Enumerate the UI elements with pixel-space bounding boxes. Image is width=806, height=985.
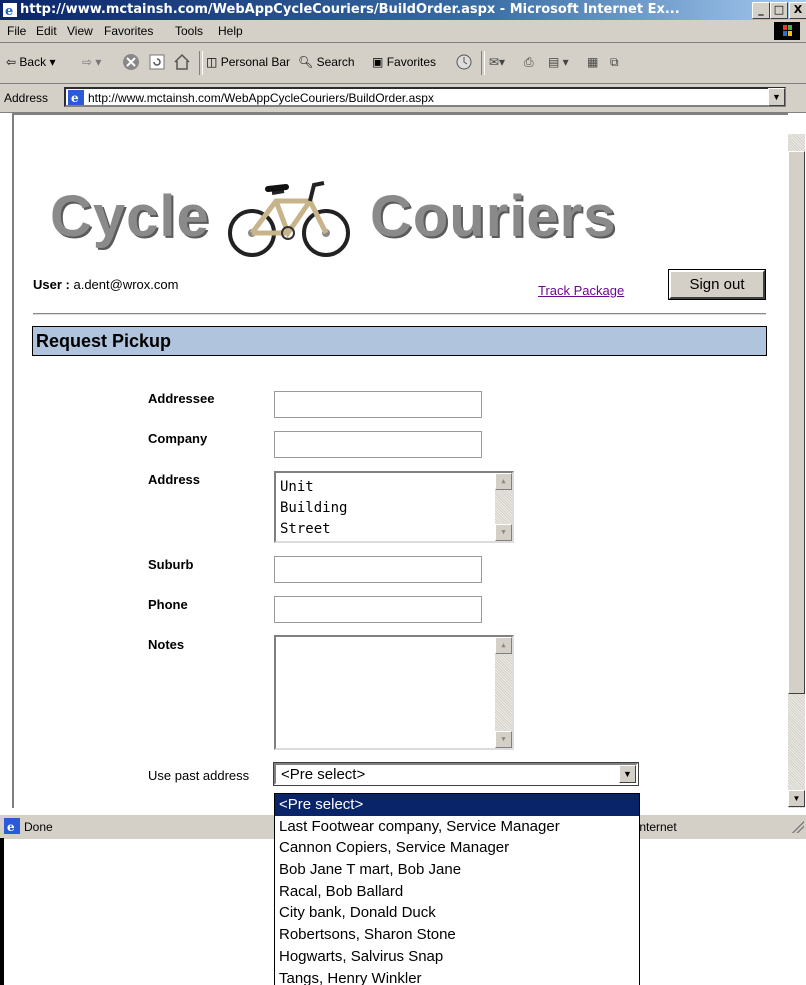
dropdown-option[interactable]: Robertsons, Sharon Stone bbox=[275, 924, 639, 946]
favorites-icon: ▣ bbox=[372, 55, 384, 69]
suburb-input[interactable] bbox=[274, 556, 482, 583]
toolbar: ⇦ Back ▾ ⇨ ▾ ◫ Personal Bar 🔍︎ Search ▣ … bbox=[0, 43, 806, 84]
personal-bar-icon: ◫ bbox=[206, 55, 218, 69]
search-icon: 🔍︎ bbox=[298, 55, 314, 69]
status-text: Done bbox=[24, 820, 53, 834]
page-done-icon: e bbox=[4, 818, 20, 834]
title-bar: e http://www.mctainsh.com/WebAppCycleCou… bbox=[0, 0, 806, 20]
notes-label: Notes bbox=[148, 637, 185, 652]
menu-file[interactable]: File bbox=[7, 24, 26, 38]
address-bar: Address e http://www.mctainsh.com/WebApp… bbox=[0, 84, 806, 113]
menu-help[interactable]: Help bbox=[218, 24, 243, 38]
user-label: User : bbox=[33, 277, 70, 292]
divider bbox=[33, 313, 766, 315]
dropdown-option[interactable]: Tangs, Henry Winkler bbox=[275, 968, 639, 985]
print-icon[interactable]: ⎙ bbox=[524, 55, 534, 70]
dropdown-option[interactable]: Cannon Copiers, Service Manager bbox=[275, 837, 639, 859]
search-button[interactable]: 🔍︎ Search bbox=[298, 55, 355, 69]
discuss-icon[interactable]: ▦ bbox=[587, 55, 598, 69]
track-package-link[interactable]: Track Package bbox=[538, 283, 624, 298]
address-textarea[interactable]: Unit Building Street ▲ ▼ bbox=[274, 471, 514, 543]
personal-bar-label: Personal Bar bbox=[220, 55, 291, 69]
notes-scroll-up-icon[interactable]: ▲ bbox=[495, 637, 512, 654]
address-text: Unit Building Street bbox=[280, 479, 348, 537]
address-label: Address bbox=[4, 91, 49, 105]
suburb-label: Suburb bbox=[148, 557, 194, 572]
dropdown-option[interactable]: Bob Jane T mart, Bob Jane bbox=[275, 859, 639, 881]
cycle-couriers-logo: Cycle Couriers bbox=[50, 165, 710, 265]
windows-logo-icon bbox=[774, 22, 800, 40]
bicycle-icon bbox=[228, 181, 350, 257]
back-label: Back bbox=[19, 55, 47, 69]
window-edge bbox=[0, 838, 4, 985]
phone-input[interactable] bbox=[274, 596, 482, 623]
page-icon: e bbox=[68, 90, 84, 105]
internet-explorer-icon: e bbox=[3, 3, 17, 18]
browser-window: e http://www.mctainsh.com/WebAppCycleCou… bbox=[0, 0, 806, 985]
company-input[interactable] bbox=[274, 431, 482, 458]
company-label: Company bbox=[148, 431, 208, 446]
past-address-label: Use past address bbox=[148, 768, 250, 783]
maximize-button[interactable]: □ bbox=[770, 2, 788, 19]
address-scroll-up-icon[interactable]: ▲ bbox=[495, 473, 512, 490]
address-scroll-down-icon[interactable]: ▼ bbox=[495, 524, 512, 541]
svg-text:e: e bbox=[5, 4, 13, 18]
stop-icon[interactable] bbox=[122, 53, 140, 71]
address-url: http://www.mctainsh.com/WebAppCycleCouri… bbox=[88, 91, 434, 105]
user-email: a.dent@wrox.com bbox=[73, 277, 179, 292]
menu-edit[interactable]: Edit bbox=[36, 24, 57, 38]
notes-textarea[interactable]: ▲ ▼ bbox=[274, 635, 514, 750]
toolbar-separator bbox=[199, 51, 203, 75]
notes-scroll-down-icon[interactable]: ▼ bbox=[495, 731, 512, 748]
logo-word-couriers: Couriers bbox=[370, 184, 617, 249]
scroll-down-button[interactable]: ▼ bbox=[788, 790, 805, 807]
forward-button[interactable]: ⇨ ▾ bbox=[82, 55, 101, 69]
minimize-button[interactable]: _ bbox=[752, 2, 770, 19]
chevron-down-icon: ▾ bbox=[49, 55, 56, 69]
messenger-icon[interactable]: ⧉ bbox=[610, 55, 619, 70]
resize-grip-icon[interactable] bbox=[792, 821, 804, 833]
dropdown-option[interactable]: Last Footwear company, Service Manager bbox=[275, 816, 639, 838]
favorites-label: Favorites bbox=[386, 55, 437, 69]
past-address-select[interactable]: <Pre select> ▼ bbox=[273, 762, 639, 786]
search-label: Search bbox=[316, 55, 355, 69]
chevron-down-icon[interactable]: ▼ bbox=[619, 765, 636, 783]
scrollbar-thumb[interactable] bbox=[788, 151, 805, 694]
toolbar-separator bbox=[481, 51, 485, 75]
dropdown-option[interactable]: City bank, Donald Duck bbox=[275, 902, 639, 924]
phone-label: Phone bbox=[148, 597, 188, 612]
address-input[interactable]: e http://www.mctainsh.com/WebAppCycleCou… bbox=[64, 87, 786, 107]
dropdown-option[interactable]: Racal, Bob Ballard bbox=[275, 881, 639, 903]
close-button[interactable]: X bbox=[789, 2, 806, 19]
address-dropdown-button[interactable]: ▼ bbox=[768, 88, 785, 106]
svg-text:e: e bbox=[7, 820, 15, 834]
favorites-button[interactable]: ▣ Favorites bbox=[372, 55, 436, 69]
logo-word-cycle: Cycle bbox=[50, 184, 210, 249]
mail-icon[interactable]: ✉▾ bbox=[489, 55, 505, 69]
section-title: Request Pickup bbox=[32, 326, 767, 356]
dropdown-option[interactable]: Hogwarts, Salvirus Snap bbox=[275, 946, 639, 968]
addressee-label: Addressee bbox=[148, 391, 215, 406]
addressee-input[interactable] bbox=[274, 391, 482, 418]
back-arrow-icon: ⇦ bbox=[6, 55, 17, 69]
svg-text:e: e bbox=[71, 91, 79, 105]
user-info: User : a.dent@wrox.com bbox=[33, 277, 178, 292]
window-title: http://www.mctainsh.com/WebAppCycleCouri… bbox=[20, 2, 680, 17]
past-address-dropdown[interactable]: <Pre select> Last Footwear company, Serv… bbox=[274, 793, 640, 985]
back-button[interactable]: ⇦ Back ▾ bbox=[6, 55, 55, 69]
menu-tools[interactable]: Tools bbox=[175, 24, 203, 38]
personal-bar-button[interactable]: ◫ Personal Bar bbox=[206, 55, 290, 69]
past-address-value: <Pre select> bbox=[281, 766, 366, 783]
refresh-icon[interactable] bbox=[148, 53, 166, 71]
edit-icon[interactable]: ▤ ▾ bbox=[548, 55, 569, 69]
menu-favorites[interactable]: Favorites bbox=[104, 24, 153, 38]
zone-text: Internet bbox=[636, 820, 677, 834]
sign-out-button[interactable]: Sign out bbox=[668, 269, 766, 300]
home-icon[interactable] bbox=[173, 53, 191, 71]
menu-view[interactable]: View bbox=[67, 24, 93, 38]
history-icon[interactable] bbox=[455, 53, 473, 71]
menu-bar: File Edit View Favorites Tools Help bbox=[0, 20, 806, 43]
address-label-field: Address bbox=[148, 472, 201, 487]
dropdown-option[interactable]: <Pre select> bbox=[275, 794, 639, 816]
